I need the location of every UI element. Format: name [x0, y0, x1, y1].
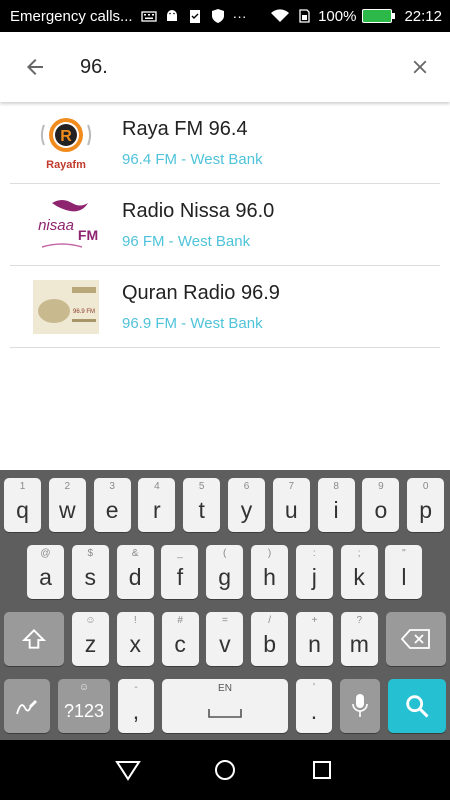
search-icon	[406, 695, 429, 718]
sim-icon	[299, 9, 310, 23]
key-o[interactable]: 9o	[362, 478, 400, 532]
list-item[interactable]: nisaa FM Radio Nissa 96.0 96 FM - West B…	[10, 184, 440, 266]
station-title: Quran Radio 96.9	[122, 281, 280, 304]
key-h[interactable]: ) h	[251, 545, 288, 599]
station-subtitle: 96 FM - West Bank	[122, 232, 251, 250]
square-recents-icon	[312, 761, 331, 779]
key-a[interactable]: @ a	[27, 545, 64, 599]
key-w[interactable]: 2w	[48, 478, 86, 532]
handwriting-key[interactable]	[4, 679, 50, 733]
keyboard-notification-icon	[140, 11, 157, 22]
keyboard-row-3: ☺ z! x # c = v / b + n? m	[0, 612, 450, 668]
key-d[interactable]: & d	[116, 545, 154, 599]
battery-percentage: 100%	[318, 7, 357, 25]
key-l[interactable]: " l	[385, 545, 423, 599]
space-key[interactable]: EN	[162, 679, 288, 733]
handwriting-icon	[16, 700, 37, 715]
station-logo-raya: R Rayafm	[32, 113, 100, 173]
key-b[interactable]: / b	[251, 612, 289, 666]
keyboard-row-2: @ a $ s & d _ f(g) h: j; k " l	[0, 545, 450, 601]
list-item[interactable]: R Rayafm Raya FM 96.4 96.4 FM - West Ban…	[10, 102, 440, 184]
key-k[interactable]: ; k	[340, 545, 378, 599]
key-t[interactable]: 5t	[183, 478, 221, 532]
search-key[interactable]	[388, 679, 446, 733]
space-icon	[208, 709, 242, 718]
microphone-icon	[352, 694, 368, 717]
station-subtitle: 96.4 FM - West Bank	[122, 150, 263, 168]
key-n[interactable]: + n	[296, 612, 333, 666]
key-m[interactable]: ? m	[340, 612, 378, 666]
key-i[interactable]: 8i	[317, 478, 355, 532]
svg-text:R: R	[60, 128, 72, 145]
key-q[interactable]: 1q	[4, 478, 41, 532]
keyboard-row-4: ☺ ?123 - , EN ' .	[0, 679, 450, 735]
key-z[interactable]: ☺ z	[72, 612, 109, 666]
search-input[interactable]	[70, 32, 390, 102]
search-results-list: R Rayafm Raya FM 96.4 96.4 FM - West Ban…	[10, 102, 440, 348]
home-nav-button[interactable]	[205, 750, 245, 790]
key-s[interactable]: $ s	[71, 545, 109, 599]
station-title: Raya FM 96.4	[122, 117, 248, 140]
wifi-icon	[271, 9, 290, 22]
notification-icons: ···	[140, 8, 247, 24]
on-screen-keyboard: 1q2w3e4r5t6y7u8i9o0p @ a $ s & d _ f(g) h: j; k " l …	[0, 470, 450, 740]
key-v[interactable]: = v	[206, 612, 244, 666]
arrow-back-icon	[27, 59, 43, 75]
comma-key[interactable]: - ,	[118, 679, 154, 733]
station-logo-nissa: nisaa FM	[32, 195, 100, 255]
voice-input-key[interactable]	[340, 679, 380, 733]
period-key[interactable]: ' .	[296, 679, 332, 733]
back-button[interactable]	[0, 32, 70, 102]
recents-nav-button[interactable]	[302, 750, 342, 790]
svg-text:96.9 FM: 96.9 FM	[73, 309, 95, 315]
key-p[interactable]: 0p	[407, 478, 445, 532]
key-c[interactable]: # c	[161, 612, 199, 666]
key-x[interactable]: ! x	[116, 612, 154, 666]
shield-icon	[211, 9, 224, 23]
key-u[interactable]: 7u	[272, 478, 310, 532]
back-nav-button[interactable]	[108, 750, 148, 790]
triangle-back-icon	[115, 761, 142, 781]
android-icon	[166, 10, 177, 21]
status-bar: Emergency calls... ··· 100% 22:12	[0, 0, 450, 32]
station-logo-quran: 96.9 FM	[32, 277, 100, 337]
station-title: Radio Nissa 96.0	[122, 199, 275, 222]
list-item[interactable]: 96.9 FM Quran Radio 96.9 96.9 FM - West …	[10, 266, 440, 348]
key-y[interactable]: 6y	[228, 478, 265, 532]
symbols-key[interactable]: ☺ ?123	[58, 679, 110, 733]
backspace-key[interactable]	[386, 612, 446, 666]
carrier-text: Emergency calls...	[10, 7, 133, 25]
key-g[interactable]: (g	[206, 545, 244, 599]
close-icon	[413, 60, 427, 74]
backspace-icon	[401, 629, 430, 649]
keyboard-row-1: 1q2w3e4r5t6y7u8i9o0p	[0, 478, 450, 534]
key-r[interactable]: 4r	[138, 478, 176, 532]
svg-text:FM: FM	[78, 227, 98, 243]
svg-text:Rayafm: Rayafm	[46, 159, 86, 171]
circle-home-icon	[214, 760, 235, 780]
clear-search-button[interactable]	[390, 32, 450, 102]
clipboard-icon	[189, 10, 200, 23]
battery-icon	[362, 9, 396, 23]
key-e[interactable]: 3e	[93, 478, 131, 532]
shift-key[interactable]	[4, 612, 64, 666]
key-f[interactable]: _ f	[161, 545, 199, 599]
navigation-bar	[0, 740, 450, 800]
key-j[interactable]: :j	[295, 545, 333, 599]
svg-text:nisaa: nisaa	[38, 217, 74, 234]
search-bar	[0, 32, 450, 102]
station-subtitle: 96.9 FM - West Bank	[122, 314, 263, 332]
shift-icon	[21, 628, 47, 649]
clock: 22:12	[404, 7, 442, 25]
more-notifications-icon: ···	[232, 8, 247, 24]
